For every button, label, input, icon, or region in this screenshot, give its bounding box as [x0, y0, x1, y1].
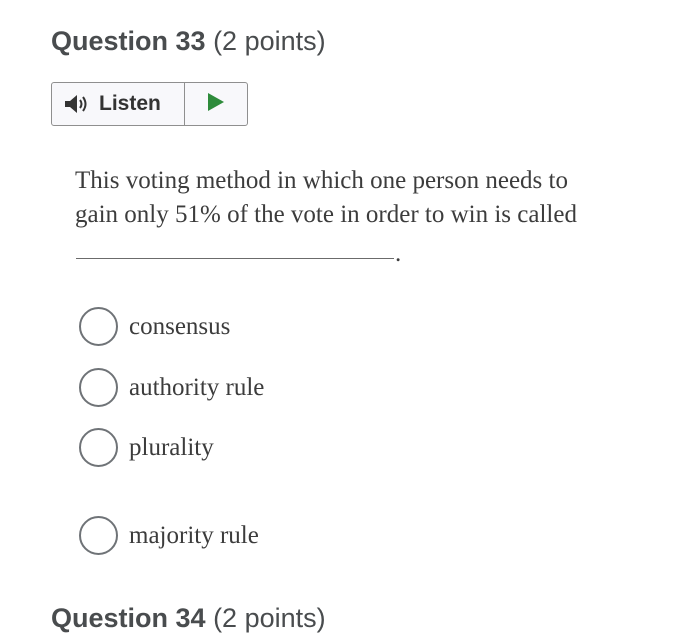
option-label: plurality	[129, 433, 214, 461]
option-label: authority rule	[129, 373, 265, 401]
listen-label: Listen	[99, 92, 161, 115]
question-header: Question 33 (2 points)	[51, 26, 326, 57]
option-majority-rule[interactable]: majority rule	[79, 516, 259, 555]
question-prompt: This voting method in which one person n…	[75, 164, 655, 232]
radio-button[interactable]	[79, 428, 118, 467]
listen-button[interactable]: Listen	[52, 83, 185, 125]
speaker-icon	[64, 94, 90, 114]
option-consensus[interactable]: consensus	[79, 307, 230, 346]
option-plurality[interactable]: plurality	[79, 428, 214, 467]
question-points: (2 points)	[213, 26, 326, 56]
answer-blank	[76, 258, 394, 259]
option-label: majority rule	[129, 521, 259, 549]
radio-button[interactable]	[79, 307, 118, 346]
blank-period: .	[395, 240, 402, 267]
question-number: Question 33	[51, 26, 206, 56]
play-button[interactable]	[185, 83, 247, 125]
play-icon	[207, 92, 225, 117]
next-question-header: Question 34 (2 points)	[51, 603, 326, 634]
radio-button[interactable]	[79, 516, 118, 555]
listen-widget: Listen	[51, 82, 248, 126]
option-authority-rule[interactable]: authority rule	[79, 368, 264, 407]
radio-button[interactable]	[79, 368, 118, 407]
option-label: consensus	[129, 312, 231, 340]
prompt-line-2: gain only 51% of the vote in order to wi…	[75, 201, 577, 228]
prompt-line-1: This voting method in which one person n…	[75, 167, 568, 194]
